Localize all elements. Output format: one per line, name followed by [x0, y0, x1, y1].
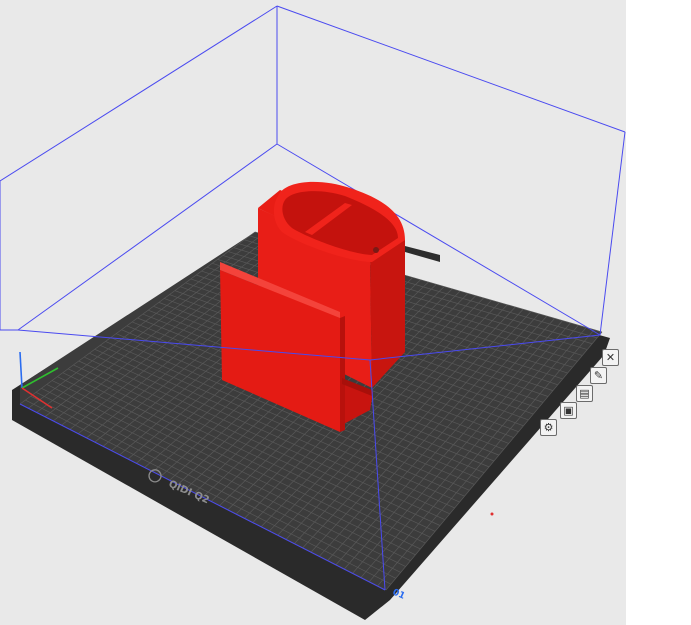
axis-label: 01: [391, 588, 407, 602]
3d-viewport[interactable]: QIDI Q2 01 ✕ ✎ ▤ ▣ ⚙: [0, 0, 626, 625]
marker-dot: [490, 512, 494, 516]
edit-file-icon[interactable]: ✎: [590, 367, 607, 384]
right-panel-gap: [626, 0, 691, 625]
folder-icon[interactable]: ▣: [560, 402, 577, 419]
slice-list-icon[interactable]: ▤: [576, 385, 593, 402]
scene-canvas[interactable]: QIDI Q2 01: [0, 0, 626, 625]
settings-gear-icon[interactable]: ⚙: [540, 419, 557, 436]
close-icon[interactable]: ✕: [602, 349, 619, 366]
